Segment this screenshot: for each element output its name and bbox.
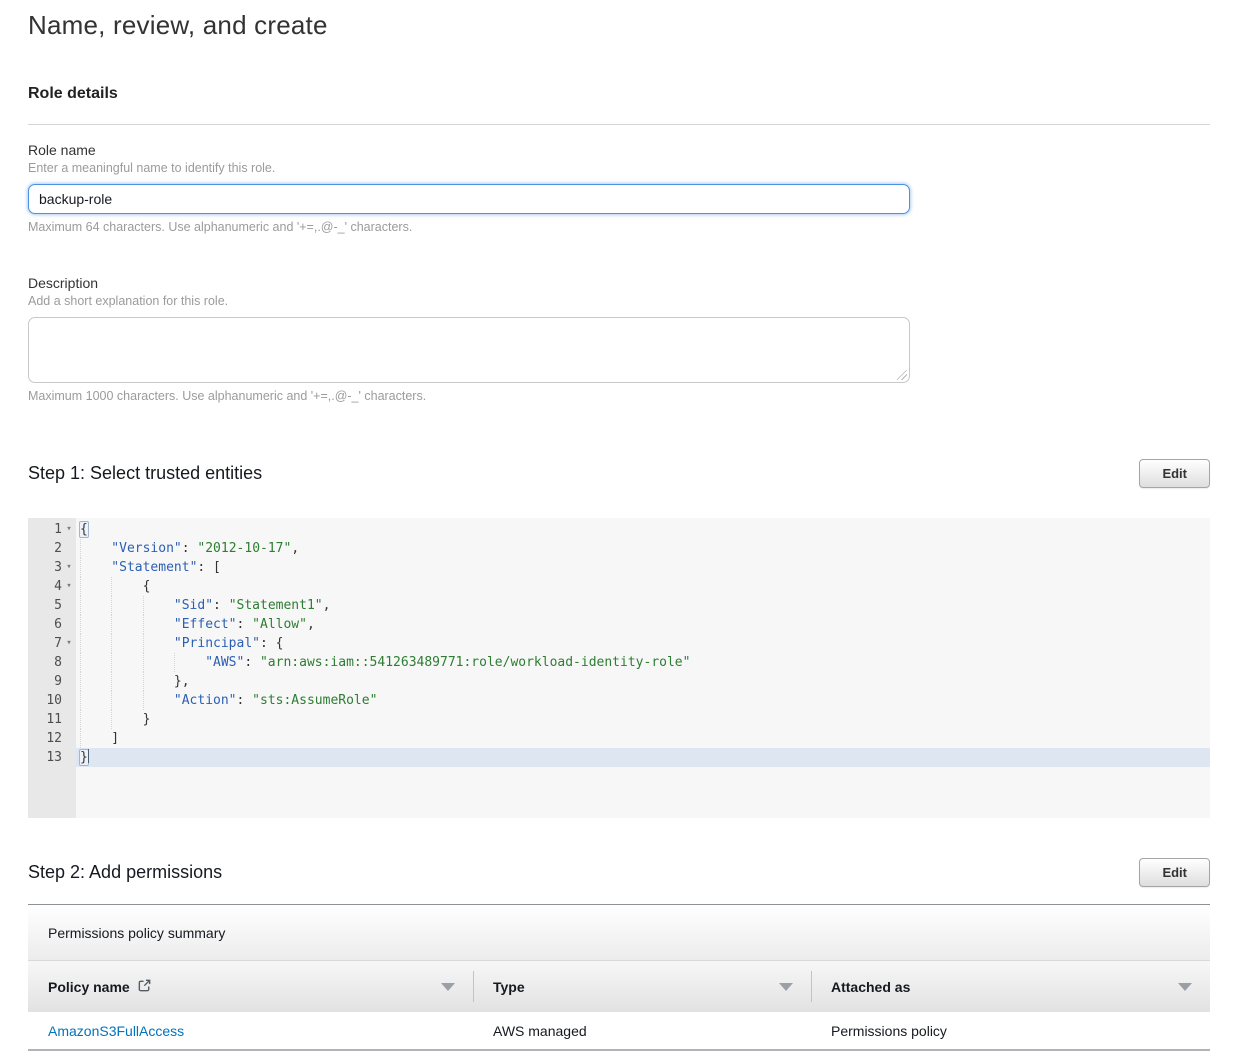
editor-line-number: 12 [28, 729, 76, 748]
policy-name-link[interactable]: AmazonS3FullAccess [48, 1023, 184, 1039]
step2-title: Step 2: Add permissions [28, 862, 222, 883]
fold-spacer [62, 539, 76, 558]
fold-spacer [62, 710, 76, 729]
role-name-label: Role name [28, 142, 1210, 158]
create-role-review-page: Name, review, and create Role details Ro… [0, 0, 1242, 1051]
sort-filter-icon[interactable] [441, 983, 455, 991]
code-fold-toggle-icon[interactable]: ▾ [62, 577, 76, 596]
fold-spacer [62, 748, 76, 767]
column-header-attached-as[interactable]: Attached as [811, 961, 1210, 1012]
editor-line-number-gutter: 1▾23▾4▾567▾8910111213 [28, 518, 76, 818]
editor-line-number: 2 [28, 539, 76, 558]
editor-line-number: 3▾ [28, 558, 76, 577]
step2-header: Step 2: Add permissions Edit [28, 858, 1210, 887]
permissions-table-body: AmazonS3FullAccess AWS managedPermissions… [28, 1012, 1210, 1050]
code-line[interactable]: "Version": "2012-10-17", [76, 539, 1210, 558]
sort-filter-icon[interactable] [1178, 983, 1192, 991]
sort-filter-icon[interactable] [779, 983, 793, 991]
code-fold-toggle-icon[interactable]: ▾ [62, 558, 76, 577]
editor-line-number: 11 [28, 710, 76, 729]
description-help: Add a short explanation for this role. [28, 294, 1210, 308]
description-textarea[interactable] [28, 317, 910, 383]
editor-line-number: 5 [28, 596, 76, 615]
section-divider [28, 124, 1210, 125]
code-line[interactable]: "Sid": "Statement1", [76, 596, 1210, 615]
code-line[interactable]: "Principal": { [76, 634, 1210, 653]
trust-policy-editor[interactable]: 1▾23▾4▾567▾8910111213 {"Version": "2012-… [28, 518, 1210, 818]
code-line[interactable]: { [76, 520, 1210, 539]
table-row: AmazonS3FullAccess AWS managedPermissions… [28, 1012, 1210, 1050]
step1-title: Step 1: Select trusted entities [28, 463, 262, 484]
description-constraint: Maximum 1000 characters. Use alphanumeri… [28, 389, 1210, 403]
permissions-summary-panel: Permissions policy summary Policy nameTy… [28, 904, 1210, 1051]
editor-code-area[interactable]: {"Version": "2012-10-17","Statement": [{… [76, 518, 1210, 818]
editor-line-number: 4▾ [28, 577, 76, 596]
fold-spacer [62, 615, 76, 634]
code-line[interactable]: "AWS": "arn:aws:iam::541263489771:role/w… [76, 653, 1210, 672]
editor-line-number: 13 [28, 748, 76, 767]
editor-line-number: 9 [28, 672, 76, 691]
table-cell: Permissions policy [811, 1012, 1210, 1050]
code-line[interactable]: { [76, 577, 1210, 596]
text-cursor [88, 749, 89, 763]
description-textarea-wrap [28, 317, 910, 383]
code-line[interactable]: "Effect": "Allow", [76, 615, 1210, 634]
fold-spacer [62, 729, 76, 748]
role-details-heading: Role details [28, 85, 1210, 103]
editor-line-number: 7▾ [28, 634, 76, 653]
permissions-panel-title: Permissions policy summary [28, 905, 1210, 961]
editor-line-number: 8 [28, 653, 76, 672]
role-name-help: Enter a meaningful name to identify this… [28, 161, 1210, 175]
step2-edit-button[interactable]: Edit [1139, 858, 1210, 887]
editor-line-number: 6 [28, 615, 76, 634]
code-fold-toggle-icon[interactable]: ▾ [62, 520, 76, 539]
editor-line-number: 1▾ [28, 520, 76, 539]
fold-spacer [62, 691, 76, 710]
code-line[interactable]: "Statement": [ [76, 558, 1210, 577]
permissions-table-header-row: Policy nameTypeAttached as [28, 961, 1210, 1012]
editor-line-number: 10 [28, 691, 76, 710]
description-label: Description [28, 275, 1210, 291]
fold-spacer [62, 653, 76, 672]
table-cell: AWS managed [473, 1012, 811, 1050]
step1-edit-button[interactable]: Edit [1139, 459, 1210, 488]
code-line[interactable]: } [76, 710, 1210, 729]
role-name-input[interactable] [28, 184, 910, 214]
code-line[interactable]: "Action": "sts:AssumeRole" [76, 691, 1210, 710]
column-header-policy-name[interactable]: Policy name [28, 961, 473, 1012]
code-line[interactable]: } [76, 748, 1210, 767]
step1-header: Step 1: Select trusted entities Edit [28, 459, 1210, 488]
code-line[interactable]: ] [76, 729, 1210, 748]
permissions-table: Policy nameTypeAttached as AmazonS3FullA… [28, 961, 1210, 1051]
external-link-icon [137, 978, 152, 996]
role-name-constraint: Maximum 64 characters. Use alphanumeric … [28, 220, 1210, 234]
column-header-type[interactable]: Type [473, 961, 811, 1012]
page-title: Name, review, and create [28, 0, 1210, 41]
fold-spacer [62, 672, 76, 691]
code-fold-toggle-icon[interactable]: ▾ [62, 634, 76, 653]
code-line[interactable]: }, [76, 672, 1210, 691]
fold-spacer [62, 596, 76, 615]
policy-name-cell: AmazonS3FullAccess [28, 1012, 473, 1050]
